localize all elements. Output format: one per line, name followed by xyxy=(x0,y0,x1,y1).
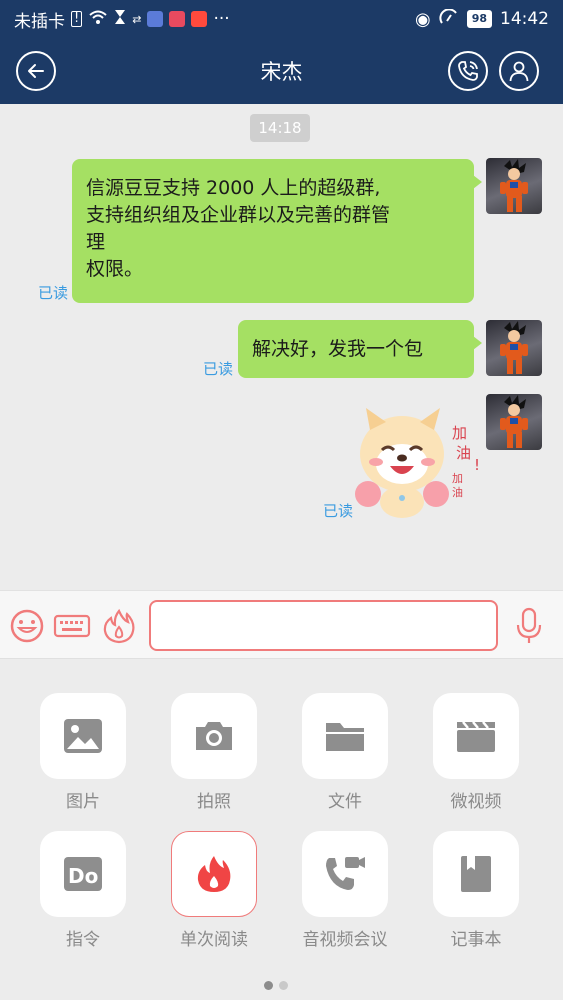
tool-command-button[interactable]: Do xyxy=(40,831,126,917)
avatar[interactable] xyxy=(486,158,542,214)
data-transfer-icon: ⇄ xyxy=(132,12,142,26)
page-title: 宋杰 xyxy=(260,60,303,84)
tool-label: 图片 xyxy=(66,792,100,812)
tool-av-meeting-button[interactable] xyxy=(302,831,388,917)
svg-text:加: 加 xyxy=(452,472,463,485)
svg-text:油: 油 xyxy=(452,485,463,499)
signal-icon xyxy=(439,7,459,30)
page-indicator xyxy=(264,981,288,990)
burn-after-read-button[interactable] xyxy=(100,607,138,645)
no-sim-icon: ! xyxy=(71,11,83,27)
read-status: 已读 xyxy=(203,360,234,378)
back-button[interactable] xyxy=(16,51,56,91)
read-status: 已读 xyxy=(38,284,69,302)
tool-label: 指令 xyxy=(66,930,100,950)
camera-icon xyxy=(196,722,232,750)
message-bubble[interactable]: 信源豆豆支持 2000 人上的超级群, 支持组织组及企业群以及完善的群管 理 权… xyxy=(72,159,482,303)
back-arrow-icon xyxy=(28,64,44,78)
tool-label: 音视频会议 xyxy=(302,930,388,950)
image-icon xyxy=(64,719,102,753)
profile-button[interactable] xyxy=(499,51,539,91)
wifi-icon xyxy=(88,9,108,30)
fire-icon xyxy=(197,856,231,892)
more-notifications-icon: ··· xyxy=(213,9,230,29)
keyboard-icon xyxy=(53,614,91,638)
avatar[interactable] xyxy=(486,394,542,450)
tool-label: 单次阅读 xyxy=(180,930,248,950)
dog-cheering-sticker[interactable]: 加 油 ! 加 油 xyxy=(352,402,482,524)
tool-camera-button[interactable] xyxy=(171,693,257,779)
app-notify-icon xyxy=(169,11,186,27)
emoji-icon xyxy=(10,609,44,643)
svg-text:油: 油 xyxy=(456,444,471,462)
phone-call-icon xyxy=(458,61,478,81)
chat-area[interactable]: 14:18 信源豆豆支持 2000 人上的超级群, 支持组织组及企业群以及完善的… xyxy=(0,104,563,590)
tool-microvideo-button[interactable] xyxy=(433,693,519,779)
hourglass-icon xyxy=(114,9,126,30)
timestamp-pill: 14:18 xyxy=(250,114,310,142)
app-notify-icon xyxy=(191,11,208,27)
message-bubble[interactable]: 解决好，发我一个包 xyxy=(238,320,482,378)
keyboard-button[interactable] xyxy=(53,607,91,645)
tool-image-button[interactable] xyxy=(40,693,126,779)
message-input[interactable] xyxy=(149,600,498,651)
sticker-text: 加 xyxy=(452,424,467,442)
avatar[interactable] xyxy=(486,320,542,376)
tool-label: 拍照 xyxy=(197,792,231,812)
microphone-icon xyxy=(516,607,542,643)
app-notify-icon xyxy=(147,11,164,27)
video-call-icon xyxy=(326,857,365,890)
clock-text: 14:42 xyxy=(500,9,549,29)
chat-header: 宋杰 xyxy=(0,38,563,104)
battery-icon: 98 xyxy=(466,10,492,28)
avatar-character-image xyxy=(500,395,528,448)
avatar-character-image xyxy=(500,159,528,212)
fire-icon xyxy=(103,608,135,644)
tool-notebook-button[interactable] xyxy=(433,831,519,917)
tool-label: 记事本 xyxy=(450,930,502,950)
avatar-character-image xyxy=(500,321,528,374)
tool-label: 文件 xyxy=(328,792,362,812)
call-button[interactable] xyxy=(448,51,488,91)
status-bar: 未插卡 ! ⇄ ··· ◉ 98 14:42 xyxy=(0,0,563,38)
read-status: 已读 xyxy=(323,502,354,520)
svg-text:!: ! xyxy=(474,456,480,474)
tool-read-once-button[interactable] xyxy=(171,831,257,917)
eye-icon: ◉ xyxy=(414,8,431,30)
do-command-icon: Do xyxy=(64,857,102,891)
voice-button[interactable] xyxy=(510,607,548,645)
folder-icon xyxy=(326,723,364,751)
attachment-panel: 图片 拍照 文件 微视频 Do 指令 单次阅读 音视频会议 记事本 xyxy=(0,658,563,1000)
carrier-text: 未插卡 xyxy=(14,11,65,32)
user-profile-icon xyxy=(509,61,529,82)
input-bar xyxy=(0,590,563,658)
status-left: 未插卡 ! ⇄ ··· xyxy=(14,7,415,32)
page-dot[interactable] xyxy=(264,981,273,990)
page-dot[interactable] xyxy=(279,981,288,990)
svg-text:Do: Do xyxy=(68,864,98,888)
notebook-icon xyxy=(461,856,491,892)
tool-label: 微视频 xyxy=(450,792,502,812)
tool-file-button[interactable] xyxy=(302,693,388,779)
status-right: ◉ 98 14:42 xyxy=(414,7,549,30)
emoji-button[interactable] xyxy=(8,607,46,645)
clapperboard-icon xyxy=(457,721,495,752)
